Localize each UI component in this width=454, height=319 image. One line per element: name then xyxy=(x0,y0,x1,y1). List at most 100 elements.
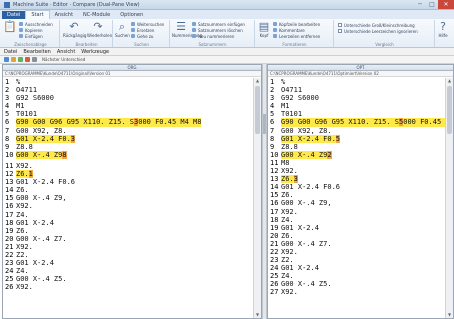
close-button[interactable]: ✕ xyxy=(438,0,454,9)
code-line[interactable]: 3 G92 S6000 xyxy=(268,94,445,102)
code-line[interactable]: 3 G92 S6000 xyxy=(3,94,253,102)
code-line[interactable]: 1% xyxy=(3,78,253,86)
code-line[interactable]: 10 G00 X-.4 Z98 xyxy=(3,150,253,159)
code-line[interactable]: 11 X92. xyxy=(3,162,253,170)
splitter-grip[interactable] xyxy=(263,114,266,134)
code-line[interactable]: 9 Z8.8 xyxy=(268,143,445,151)
code-line[interactable]: 17 Z4. xyxy=(3,211,253,219)
edit-header-button[interactable]: Kopfzeile bearbeiten xyxy=(273,21,320,27)
code-line[interactable]: 4 M1 xyxy=(268,102,445,110)
code-line[interactable]: 7 G00 X92, Z8. xyxy=(268,127,445,135)
code-line[interactable]: 5 T0101 xyxy=(268,110,445,118)
renumber-button[interactable]: Neu nummerieren xyxy=(192,33,245,39)
code-line[interactable]: 25 G00 X-.4 Z5. xyxy=(3,275,253,283)
code-line[interactable]: 14 Z6. xyxy=(3,186,253,194)
sync-icon[interactable] xyxy=(32,57,37,62)
numbering-button[interactable]: ☰ Nummerierung xyxy=(172,21,202,41)
left-editor-pane[interactable]: ORG C:\NCPROGRAMME\Kunde\O4711\Original\… xyxy=(2,64,262,319)
help-button[interactable]: ? Hilfe xyxy=(436,21,450,41)
find-button[interactable]: ⌕ Suchen xyxy=(115,21,130,41)
tab-nc-modules[interactable]: NC-Module xyxy=(78,11,115,19)
menu-view[interactable]: Ansicht xyxy=(57,49,75,55)
code-line[interactable]: 6 G90 G00 G96 G95 X110. Z15. S3000 F0.45 … xyxy=(3,118,253,127)
goto-button[interactable]: Gehe zu xyxy=(131,33,164,39)
undo-button[interactable]: ↶ Rückgängig xyxy=(63,21,86,41)
maximize-button[interactable]: □ xyxy=(426,0,438,9)
code-line[interactable]: 1% xyxy=(268,78,445,86)
code-line[interactable]: 10 G00 X-.4 Z92 xyxy=(268,150,445,159)
code-line[interactable]: 12 Z6.1 xyxy=(3,170,253,179)
code-line[interactable]: 13 Z6.3 xyxy=(268,175,445,184)
tab-start[interactable]: Start xyxy=(25,10,50,19)
scroll-up-icon[interactable]: ▲ xyxy=(446,78,453,84)
remove-blank-lines-button[interactable]: Leerzeilen entfernen xyxy=(273,33,320,39)
right-code-area[interactable]: 1% 2 O4711 3 G92 S6000 4 M1 5 T0101 6 G90 G00 G96 … xyxy=(268,78,445,318)
scroll-down-icon[interactable]: ▼ xyxy=(254,312,261,318)
code-line[interactable]: 2 O4711 xyxy=(3,86,253,94)
code-line[interactable]: 21 G00 X-.4 Z7. xyxy=(268,240,445,248)
save-icon[interactable] xyxy=(11,57,16,62)
whitespace-diff-checkbox[interactable]: Unterschiede Leerzeichen ignorieren xyxy=(338,28,418,34)
right-editor-pane[interactable]: OPT C:\NCPROGRAMME\Kunde\O4711\Optimiert… xyxy=(267,64,454,319)
code-line[interactable]: 16 X92. xyxy=(3,202,253,210)
code-line[interactable]: 5 T0101 xyxy=(3,110,253,118)
code-line[interactable]: 18 Z4. xyxy=(268,216,445,224)
tab-file[interactable]: Datei xyxy=(2,11,26,19)
tab-options[interactable]: Optionen xyxy=(115,11,148,19)
header-button[interactable]: ▤ Kopf xyxy=(257,21,271,41)
code-line[interactable]: 17 X92. xyxy=(268,208,445,216)
code-line[interactable]: 19 Z6. xyxy=(3,227,253,235)
code-line[interactable]: 2 O4711 xyxy=(268,86,445,94)
code-line[interactable]: 14 G01 X-2.4 F0.6 xyxy=(268,183,445,191)
minimize-button[interactable]: ─ xyxy=(414,0,426,9)
insert-numbers-button[interactable]: Satznummern einfügen xyxy=(192,21,245,27)
left-scrollbar[interactable]: ▲ ▼ xyxy=(253,78,261,318)
paste-button[interactable]: 📋 xyxy=(3,21,17,41)
prev-diff-icon[interactable] xyxy=(18,57,23,62)
code-line[interactable]: 24 G01 X-2.4 xyxy=(268,264,445,272)
code-line[interactable]: 23 G01 X-2.4 xyxy=(3,259,253,267)
code-line[interactable]: 19 G01 X-2.4 xyxy=(268,224,445,232)
menu-file[interactable]: Datei xyxy=(4,49,17,55)
menu-tools[interactable]: Werkzeuge xyxy=(81,49,109,55)
menu-edit[interactable]: Bearbeiten xyxy=(23,49,50,55)
code-line[interactable]: 12 X92. xyxy=(268,167,445,175)
code-line[interactable]: 23 Z2. xyxy=(268,256,445,264)
right-scrollbar[interactable]: ▲ ▼ xyxy=(445,78,453,318)
code-line[interactable]: 27 X92. xyxy=(268,288,445,296)
delete-numbers-button[interactable]: Satznummern löschen xyxy=(192,27,245,33)
code-line[interactable]: 11 M8 xyxy=(268,159,445,167)
paste-small-button[interactable]: Einfügen xyxy=(19,33,53,39)
code-line[interactable]: 4 M1 xyxy=(3,102,253,110)
code-line[interactable]: 20 Z6. xyxy=(268,232,445,240)
code-line[interactable]: 24 Z4. xyxy=(3,267,253,275)
code-line[interactable]: 8 G01 X-2.4 F0.3 xyxy=(3,134,253,143)
code-line[interactable]: 8 G01 X-2.4 F0.5 xyxy=(268,134,445,143)
code-line[interactable]: 25 Z4. xyxy=(268,272,445,280)
code-line[interactable]: 15 Z6. xyxy=(268,191,445,199)
code-line[interactable]: 18 G01 X-2.4 xyxy=(3,219,253,227)
code-line[interactable]: 21 X92. xyxy=(3,243,253,251)
code-line[interactable]: 6 G90 G00 G96 G95 X110. Z15. S5000 F0.45 … xyxy=(268,118,445,127)
cut-button[interactable]: Ausschneiden xyxy=(19,21,53,27)
code-line[interactable]: 7 G00 X92, Z8. xyxy=(3,127,253,135)
open-icon[interactable] xyxy=(4,57,9,62)
code-line[interactable]: 22 Z2. xyxy=(3,251,253,259)
code-line[interactable]: 13 G01 X-2.4 F0.6 xyxy=(3,178,253,186)
code-line[interactable]: 16 G00 X-.4 Z9, xyxy=(268,199,445,207)
left-scroll-thumb[interactable] xyxy=(255,86,260,134)
redo-button[interactable]: ↷ Wiederholen xyxy=(87,21,112,41)
code-line[interactable]: 9 Z8.8 xyxy=(3,143,253,151)
code-line[interactable]: 26 G00 X-.4 Z5. xyxy=(268,280,445,288)
left-code-area[interactable]: 1% 2 O4711 3 G92 S6000 4 M1 5 T0101 6 G90 G00 G96 … xyxy=(3,78,253,318)
scroll-up-icon[interactable]: ▲ xyxy=(254,78,261,84)
code-line[interactable]: 22 X92. xyxy=(268,248,445,256)
code-line[interactable]: 20 G00 X-.4 Z7. xyxy=(3,235,253,243)
code-line[interactable]: 15 G00 X-.4 Z9, xyxy=(3,194,253,202)
right-scroll-thumb[interactable] xyxy=(447,86,452,134)
scroll-down-icon[interactable]: ▼ xyxy=(446,312,453,318)
code-line[interactable]: 26 X92. xyxy=(3,283,253,291)
tab-view[interactable]: Ansicht xyxy=(50,11,78,19)
case-diff-checkbox[interactable]: Unterschiede Groß/Kleinschreibung xyxy=(338,22,418,28)
next-diff-icon[interactable] xyxy=(25,57,30,62)
